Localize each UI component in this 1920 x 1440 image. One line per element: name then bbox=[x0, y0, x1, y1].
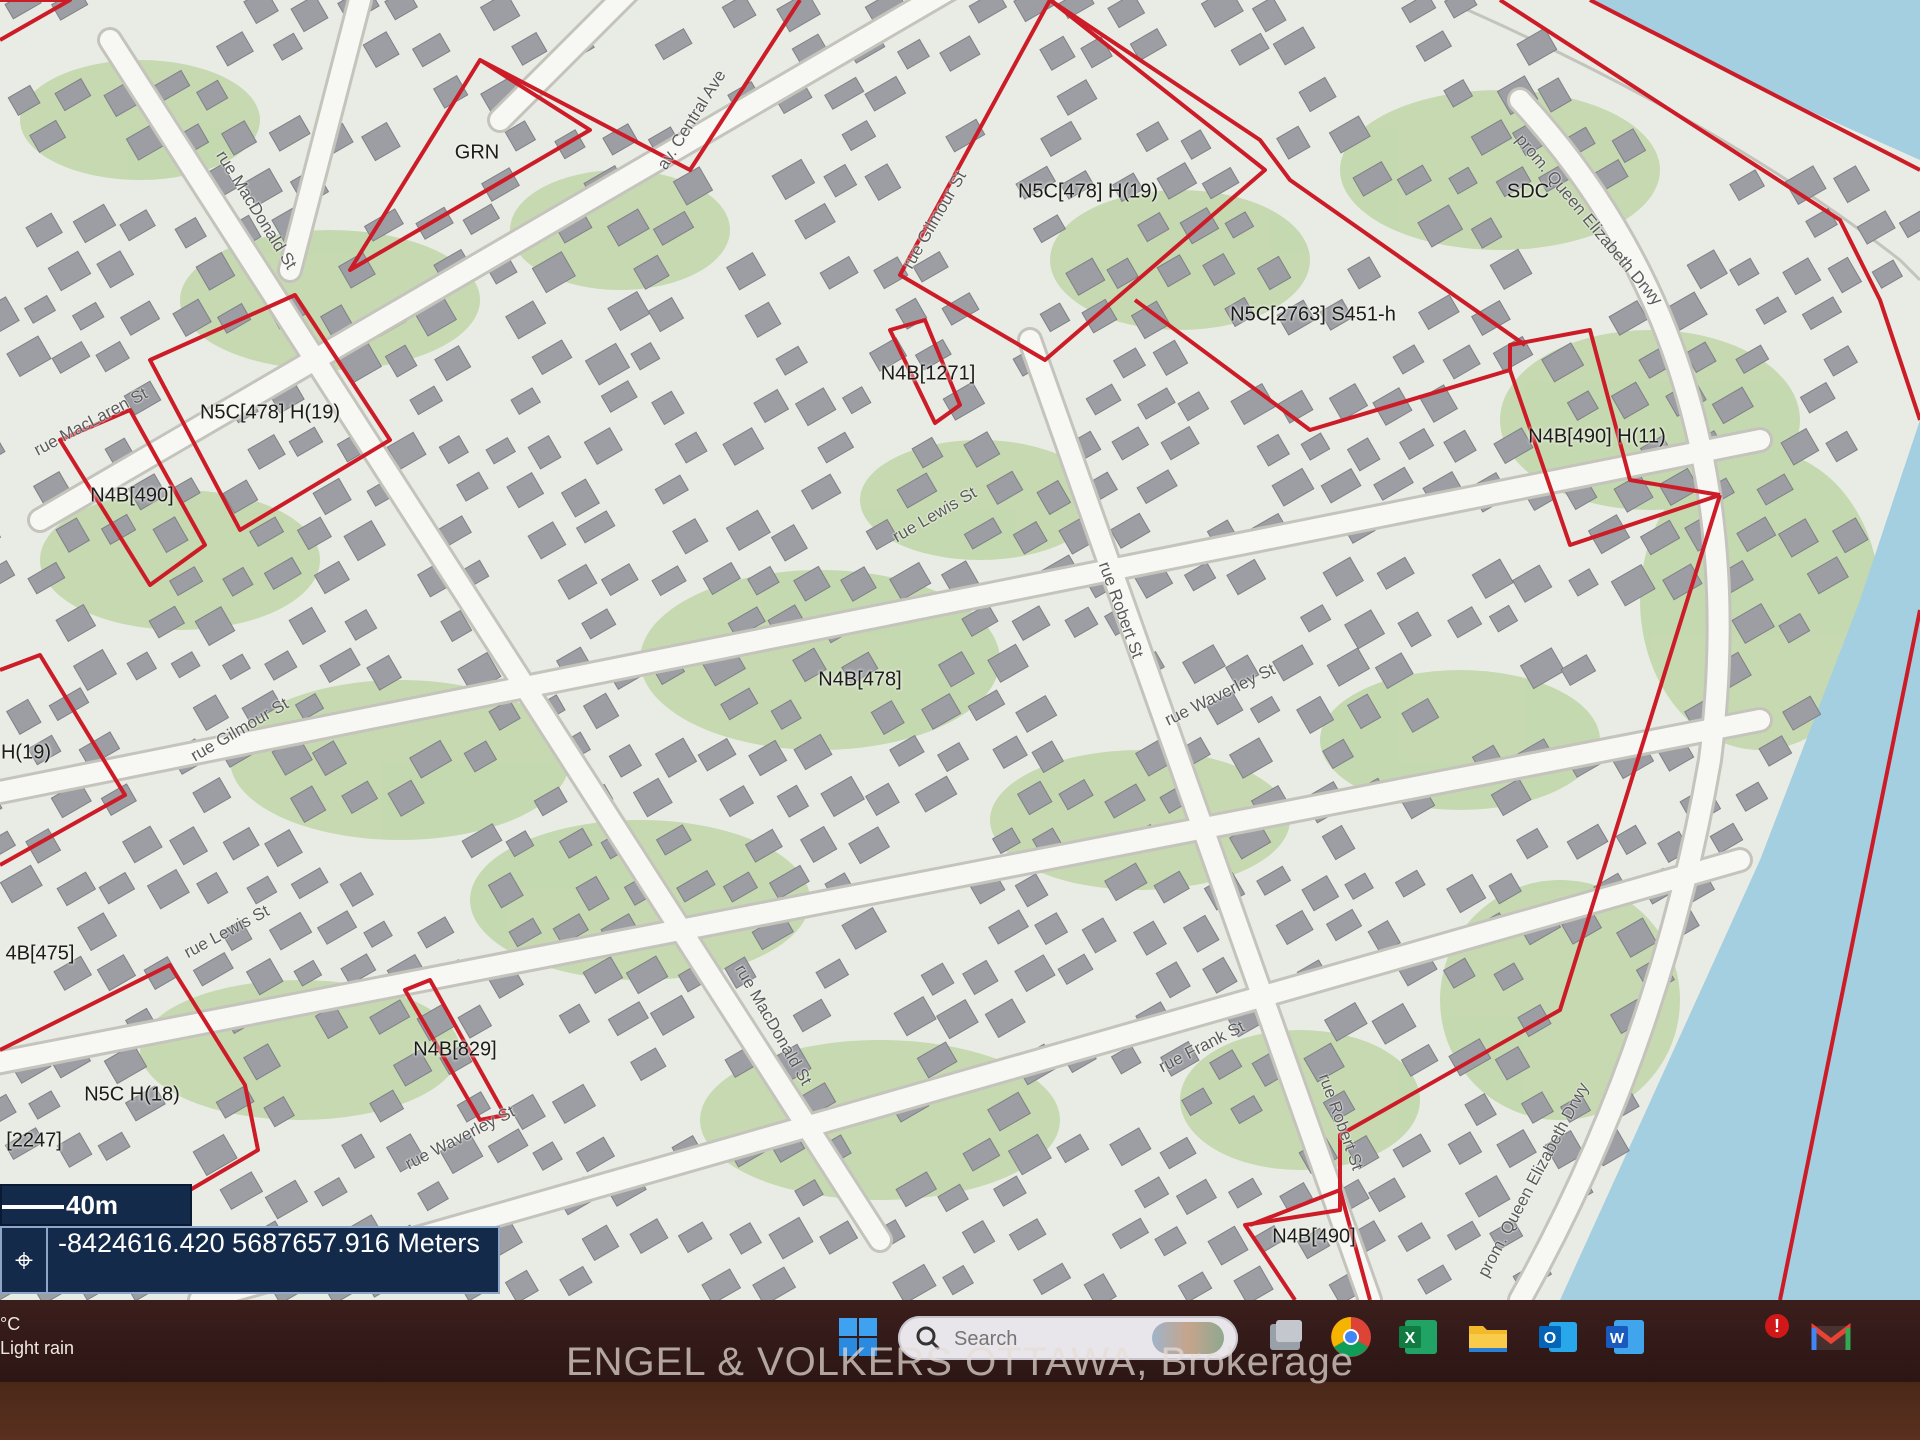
photo-of-screen: GRN N5C[478] H(19) SDC N5C[2763] S451-h … bbox=[0, 0, 1920, 1440]
zone-label-grn: GRN bbox=[454, 141, 500, 164]
zone-label-n4b-478: N4B[478] bbox=[818, 668, 902, 691]
notification-badge[interactable]: ! bbox=[1765, 1314, 1789, 1338]
zone-label-n5c-h18: N5C H(18) bbox=[84, 1083, 180, 1106]
zone-label-n4b-490-west: N4B[490] bbox=[90, 484, 174, 507]
crosshair-icon[interactable]: ⌖ bbox=[2, 1228, 48, 1292]
zone-label-n5c-2763: N5C[2763] S451-h bbox=[1230, 303, 1396, 326]
brokerage-watermark: ENGEL & VOLKERS OTTAWA, Brokerage bbox=[565, 1340, 1355, 1384]
zone-label-n5c-478-h19: N5C[478] H(19) bbox=[1017, 180, 1159, 203]
coordinate-readout: ⌖ -8424616.420 5687657.916 Meters bbox=[0, 1226, 500, 1294]
zone-label-2247: [2247] bbox=[6, 1129, 62, 1152]
zone-label-n4b-490-h11: N4B[490] H(11) bbox=[1528, 425, 1666, 448]
zone-label-4b-475: 4B[475] bbox=[5, 942, 75, 965]
weather-temperature: °C bbox=[0, 1314, 21, 1334]
scale-bar-label: 40m bbox=[66, 1190, 119, 1220]
scale-bar-line bbox=[2, 1205, 64, 1209]
zone-label-h19: H(19) bbox=[0, 741, 52, 764]
zone-label-n4b-829: N4B[829] bbox=[413, 1038, 497, 1061]
zone-label-n4b-1271: N4B[1271] bbox=[880, 362, 976, 385]
zone-label-n4b-490-south: N4B[490] bbox=[1272, 1225, 1356, 1248]
zone-label-n5c-478-h19-west: N5C[478] H(19) bbox=[199, 401, 341, 424]
monitor-bezel bbox=[0, 1382, 1920, 1440]
coordinate-value: -8424616.420 5687657.916 Meters bbox=[58, 1228, 480, 1258]
zone-label-sdc: SDC bbox=[1506, 180, 1550, 203]
map-scale-bar: 40m bbox=[0, 1184, 192, 1226]
